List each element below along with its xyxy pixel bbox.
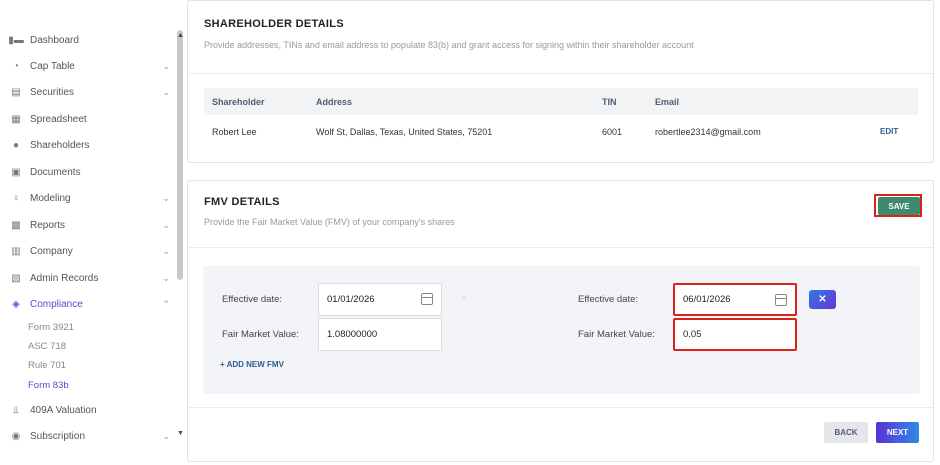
chevron-up-icon: ⌃ (162, 298, 170, 309)
add-new-fmv-button[interactable]: + ADD NEW FMV (220, 360, 284, 369)
save-button[interactable]: SAVE (878, 197, 920, 215)
shareholder-details-title: SHAREHOLDER DETAILS (204, 18, 344, 30)
sidebar-item-reports[interactable]: ▩ Reports ⌄ (10, 215, 170, 235)
calendar-icon[interactable] (775, 294, 787, 306)
sidebar-item-admin-records[interactable]: ▧ Admin Records ⌄ (10, 268, 170, 288)
reports-icon: ▩ (11, 219, 21, 231)
sidebar-item-label: Shareholders (30, 139, 90, 151)
column-header-email: Email (655, 97, 680, 107)
fair-market-value-input[interactable]: 1.08000000 (318, 318, 442, 351)
sidebar-item-shareholders[interactable]: ● Shareholders (10, 135, 170, 155)
sidebar-item-subscription[interactable]: ◉ Subscription ⌄ (10, 426, 170, 446)
fmv-entries-panel: Effective date: 01/01/2026 × Fair Market… (203, 266, 920, 394)
chevron-down-icon: ⌄ (162, 219, 170, 230)
effective-date-input[interactable]: 01/01/2026 (318, 283, 442, 316)
clipboard-icon: ▤ (11, 86, 21, 98)
sidebar-subitem-form-3921[interactable]: Form 3921 (28, 319, 74, 335)
effective-date-label: Effective date: (578, 294, 639, 305)
sidebar-item-label: Cap Table (30, 60, 75, 72)
sidebar-item-label: Modeling (30, 192, 71, 204)
sidebar-item-label: Subscription (30, 430, 86, 442)
column-header-address: Address (316, 97, 353, 107)
fair-market-value-input[interactable]: 0.05 (673, 318, 797, 351)
effective-date-value: 06/01/2026 (683, 294, 731, 305)
effective-date-label: Effective date: (222, 294, 283, 305)
edit-shareholder-link[interactable]: EDIT (880, 127, 898, 136)
shareholder-details-card: SHAREHOLDER DETAILS Provide addresses, T… (187, 0, 934, 163)
shield-check-icon: ◈ (12, 298, 20, 310)
sidebar-item-label: 409A Valuation (30, 404, 97, 416)
sidebar-item-label: Spreadsheet (30, 113, 87, 125)
chevron-down-icon: ⌄ (162, 60, 170, 71)
column-header-tin: TIN (602, 97, 617, 107)
back-button[interactable]: BACK (824, 422, 868, 443)
lightbulb-icon: ♀ (12, 192, 20, 204)
sidebar-scrollbar[interactable] (177, 30, 183, 280)
spreadsheet-icon: ▦ (11, 113, 21, 125)
sidebar-item-label: Reports (30, 219, 66, 231)
sidebar-item-securities[interactable]: ▤ Securities ⌄ (10, 82, 170, 102)
fair-market-value-value: 0.05 (683, 329, 702, 340)
chevron-down-icon: ⌄ (162, 86, 170, 97)
chevron-down-icon: ⌄ (162, 192, 170, 203)
chevron-down-icon: ⌄ (162, 245, 170, 256)
chevron-down-icon: ⌄ (162, 430, 170, 441)
sidebar: ▮▬ Dashboard ◔ Cap Table ⌄ ▤ Securities … (0, 0, 185, 465)
sidebar-subitem-form-83b[interactable]: Form 83b (28, 377, 69, 393)
sidebar-item-documents[interactable]: ▣ Documents (10, 162, 170, 182)
sidebar-subitem-rule-701[interactable]: Rule 701 (28, 357, 66, 373)
fmv-details-card: FMV DETAILS Provide the Fair Market Valu… (187, 180, 934, 462)
scroll-up-icon[interactable]: ▲ (177, 32, 184, 39)
admin-records-icon: ▧ (11, 272, 21, 284)
sidebar-item-spreadsheet[interactable]: ▦ Spreadsheet (10, 109, 170, 129)
remove-fmv-icon[interactable]: × (461, 293, 467, 304)
remove-fmv-button[interactable]: ✕ (809, 290, 836, 309)
divider (188, 73, 933, 74)
divider (188, 247, 933, 248)
dashboard-icon: ▮▬ (8, 34, 24, 46)
sidebar-subitem-asc-718[interactable]: ASC 718 (28, 338, 66, 354)
fmv-details-title: FMV DETAILS (204, 196, 280, 208)
sidebar-item-label: Compliance (30, 298, 83, 310)
divider (188, 407, 933, 408)
sidebar-item-label: Documents (30, 166, 81, 178)
effective-date-input[interactable]: 06/01/2026 (673, 283, 797, 316)
sidebar-item-cap-table[interactable]: ◔ Cap Table ⌄ (10, 56, 170, 76)
fair-market-value-label: Fair Market Value: (222, 329, 299, 340)
column-header-shareholder: Shareholder (212, 97, 265, 107)
sidebar-item-409a-valuation[interactable]: ⫫ 409A Valuation (10, 400, 170, 420)
sidebar-item-label: Dashboard (30, 34, 79, 46)
valuation-icon: ⫫ (13, 404, 19, 416)
pie-chart-icon: ◔ (12, 60, 20, 72)
shareholder-details-subtitle: Provide addresses, TINs and email addres… (204, 40, 694, 50)
cell-address: Wolf St, Dallas, Texas, United States, 7… (316, 127, 493, 137)
person-icon: ● (12, 139, 20, 151)
sidebar-item-label: Securities (30, 86, 74, 98)
sidebar-item-modeling[interactable]: ♀ Modeling ⌄ (10, 188, 170, 208)
calendar-icon[interactable] (421, 293, 433, 305)
sidebar-item-company[interactable]: ▥ Company ⌄ (10, 241, 170, 261)
sidebar-item-label: Company (30, 245, 73, 257)
cell-email: robertlee2314@gmail.com (655, 127, 761, 137)
cell-tin: 6001 (602, 127, 623, 137)
subscription-icon: ◉ (11, 430, 21, 442)
chevron-down-icon: ⌄ (162, 272, 170, 283)
scroll-down-icon[interactable]: ▼ (177, 430, 184, 437)
table-header (204, 88, 918, 115)
fair-market-value-value: 1.08000000 (327, 329, 378, 340)
next-button[interactable]: NEXT (876, 422, 919, 443)
sidebar-item-compliance[interactable]: ◈ Compliance ⌃ (10, 294, 170, 314)
sidebar-item-label: Admin Records (30, 272, 99, 284)
building-icon: ▥ (11, 245, 21, 257)
cell-shareholder: Robert Lee (212, 127, 257, 137)
fair-market-value-label: Fair Market Value: (578, 329, 655, 340)
documents-icon: ▣ (11, 166, 21, 178)
fmv-details-subtitle: Provide the Fair Market Value (FMV) of y… (204, 217, 455, 227)
sidebar-item-dashboard[interactable]: ▮▬ Dashboard (8, 30, 170, 50)
effective-date-value: 01/01/2026 (327, 294, 375, 305)
